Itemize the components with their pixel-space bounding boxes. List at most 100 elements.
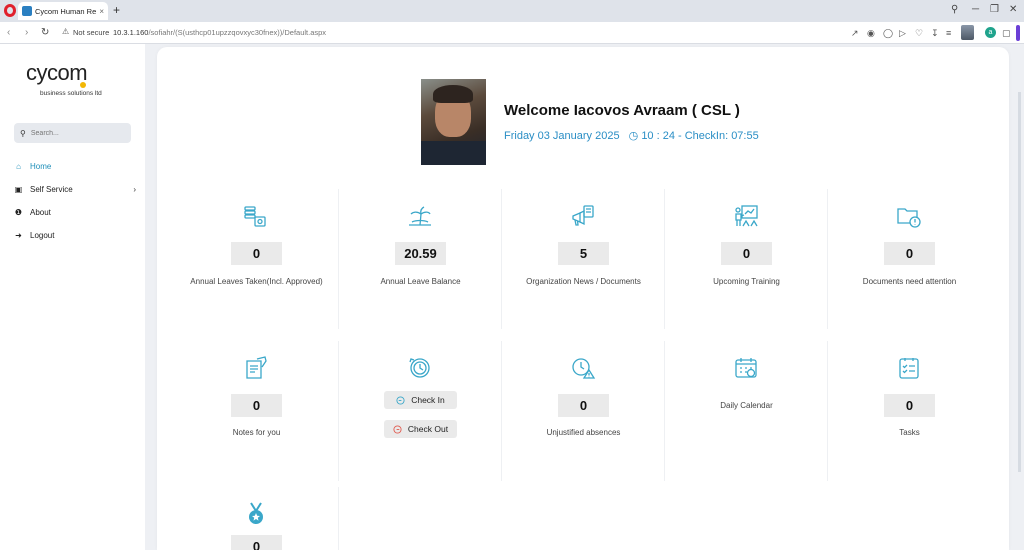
card-value: 0 (884, 394, 935, 417)
check-out-button[interactable]: Check Out (384, 420, 457, 438)
card-tasks[interactable]: 0 Tasks (827, 341, 990, 481)
clock-icon: ◷ (628, 130, 639, 142)
card-label: Notes for you (232, 428, 281, 437)
tab-title: Cycom Human Resources (35, 6, 97, 16)
camera-icon[interactable]: ◉ (867, 27, 875, 39)
opera-logo-icon[interactable] (4, 4, 16, 17)
clock-refresh-icon (409, 358, 430, 378)
card-label: Documents need attention (862, 277, 957, 286)
user-photo (421, 79, 486, 165)
card-documents-attention[interactable]: 0 Documents need attention (827, 189, 990, 329)
card-annual-leave-balance[interactable]: 20.59 Annual Leave Balance (338, 189, 501, 329)
tasks-icon (899, 358, 919, 379)
tab-favicon-icon (22, 6, 32, 16)
download-icon[interactable]: ↧ (931, 27, 939, 39)
browser-search-icon[interactable]: ⚲ (951, 3, 958, 17)
card-label: Annual Leave Balance (380, 277, 461, 286)
training-icon (735, 205, 758, 227)
logout-icon: ➜ (15, 230, 22, 240)
tab-close-icon[interactable]: × (99, 7, 104, 16)
extension-icon[interactable]: a (985, 27, 996, 38)
card-value: 0 (231, 242, 282, 265)
card-value: 0 (558, 394, 609, 417)
card-notes[interactable]: 0 Notes for you (175, 341, 338, 481)
card-checkin: Check In Check Out (338, 341, 501, 481)
sidebar-item-label: About (30, 207, 51, 217)
close-window-icon[interactable]: ✕ (1009, 3, 1017, 17)
chevron-right-icon: › (133, 184, 136, 194)
restore-icon[interactable]: ❐ (990, 3, 999, 17)
medal-icon (249, 502, 263, 524)
cube-icon[interactable]: ▢ (1002, 27, 1011, 39)
browser-tab[interactable]: Cycom Human Resources × (18, 2, 108, 20)
card-label: Unjustified absences (546, 428, 621, 437)
card-unjustified-absences[interactable]: 0 Unjustified absences (501, 341, 664, 481)
scrollbar[interactable] (1018, 92, 1021, 472)
sidebar-toggle-icon[interactable] (1016, 25, 1020, 41)
url-host: 10.3.1.160 (113, 28, 149, 37)
current-date: Friday 03 January 2025 (504, 130, 620, 142)
new-tab-button[interactable]: + (113, 3, 120, 17)
megaphone-icon (572, 205, 594, 226)
sidebar-item-about[interactable]: ❶ About (14, 205, 136, 219)
dashboard-panel: Welcome Iacovos Avraam ( CSL ) Friday 03… (157, 47, 1009, 550)
logo-dot-icon (80, 82, 86, 88)
date-time-line: Friday 03 January 2025 ◷ 10 : 24 - Check… (504, 129, 759, 142)
profile-avatar[interactable] (961, 25, 974, 40)
card-organization-news[interactable]: 5 Organization News / Documents (501, 189, 664, 329)
card-value: 0 (231, 394, 282, 417)
search-box[interactable]: ⚲ (14, 123, 131, 143)
self-service-icon: ▣ (14, 184, 23, 194)
check-out-icon (393, 424, 402, 434)
heart-icon[interactable]: ♡ (915, 27, 923, 39)
menu-icon[interactable]: ≡ (946, 27, 951, 39)
search-icon: ⚲ (20, 128, 26, 138)
address-bar: ‹ › ↻ ⚠ Not secure 10.3.1.160/sofiahr/(S… (0, 22, 1024, 44)
back-icon[interactable]: ‹ (7, 26, 10, 40)
info-icon: ❶ (14, 207, 23, 217)
forward-icon[interactable]: › (25, 26, 28, 40)
logo-subtitle: business solutions ltd (40, 90, 102, 97)
warning-icon: ⚠ (62, 27, 70, 36)
card-label: Organization News / Documents (526, 277, 641, 286)
share-icon[interactable]: ↗ (851, 27, 859, 39)
minimize-icon[interactable]: ─ (972, 3, 979, 17)
notes-icon (246, 356, 267, 379)
reload-icon[interactable]: ↻ (41, 26, 49, 40)
card-annual-leaves-taken[interactable]: 0 Annual Leaves Taken(Incl. Approved) (175, 189, 338, 329)
card-label: Upcoming Training (713, 277, 780, 286)
clock-warning-icon (572, 358, 596, 379)
card-label: Tasks (899, 428, 920, 437)
card-divider (338, 487, 339, 550)
sidebar: cycom business solutions ltd ⚲ ⌂ Home ▣ … (0, 44, 145, 550)
logo-text: cycom (26, 60, 88, 85)
sidebar-item-label: Home (30, 161, 52, 171)
calendar-icon (735, 358, 757, 378)
shield-icon[interactable]: ◯ (883, 27, 893, 39)
check-in-button[interactable]: Check In (384, 391, 457, 409)
sidebar-item-self-service[interactable]: ▣ Self Service › (14, 182, 136, 196)
card-value: 0 (884, 242, 935, 265)
not-secure-label[interactable]: Not secure (73, 28, 109, 37)
card-upcoming-training[interactable]: 0 Upcoming Training (664, 189, 827, 329)
url-path: /sofiahr/(S(usthcp01upzzqovxyc30fnex))/D… (148, 28, 327, 37)
island-icon (409, 206, 431, 226)
card-daily-calendar[interactable]: Daily Calendar (664, 341, 827, 481)
card-value: 20.59 (395, 242, 446, 265)
card-value: 5 (558, 242, 609, 265)
home-icon: ⌂ (16, 161, 21, 171)
sidebar-item-label: Logout (30, 230, 55, 240)
check-in-icon (396, 395, 405, 405)
sidebar-item-home[interactable]: ⌂ Home (14, 159, 136, 173)
check-in-label: Check In (411, 395, 445, 405)
card-value: 0 (721, 242, 772, 265)
search-input[interactable] (30, 129, 121, 137)
card-label: Annual Leaves Taken(Incl. Approved) (190, 277, 323, 286)
coins-icon (244, 206, 266, 227)
card-awards[interactable]: 0 (175, 487, 338, 550)
card-value: 0 (231, 535, 282, 550)
send-icon[interactable]: ▷ (899, 27, 906, 39)
sidebar-item-logout[interactable]: ➜ Logout (14, 228, 136, 242)
sidebar-item-label: Self Service (30, 184, 73, 194)
url-field[interactable]: 10.3.1.160/sofiahr/(S(usthcp01upzzqovxyc… (113, 28, 326, 37)
